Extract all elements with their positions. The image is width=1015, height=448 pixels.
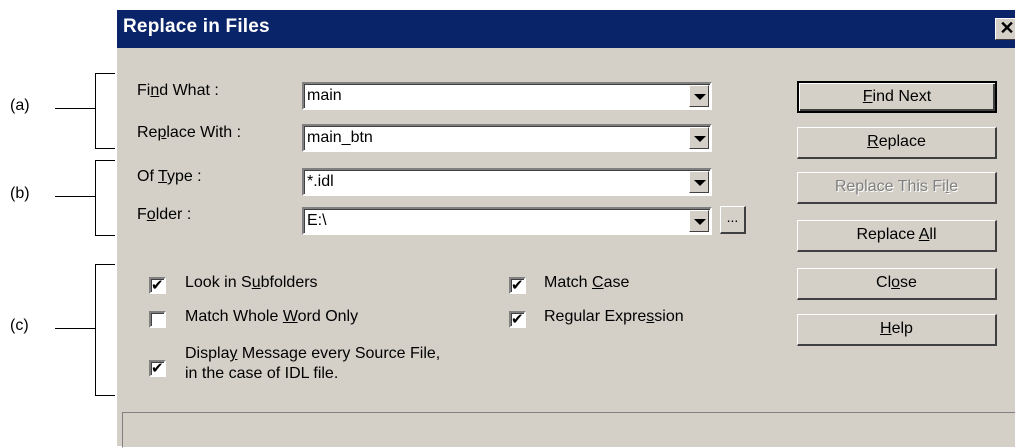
match-whole-word-checkbox[interactable] (149, 311, 166, 328)
replace-with-value: main_btn (307, 129, 373, 146)
annotation-b-line (55, 196, 95, 197)
replace-button[interactable]: Replace (797, 127, 997, 159)
replace-with-combobox[interactable]: main_btn (302, 124, 712, 152)
annotation-c-line (55, 328, 95, 329)
find-next-button[interactable]: Find Next (797, 81, 997, 113)
bracket-b (95, 160, 116, 236)
find-what-value: main (307, 87, 342, 104)
find-what-label: Find What : (137, 82, 219, 99)
look-in-subfolders-label[interactable]: Look in Subfolders (185, 274, 318, 292)
match-case-label[interactable]: Match Case (544, 274, 629, 292)
dropdown-arrow-icon[interactable] (689, 127, 709, 149)
bracket-a (95, 73, 116, 149)
match-whole-word-label[interactable]: Match Whole Word Only (185, 308, 358, 326)
replace-in-files-dialog: Replace in Files ✕ Find What : main Repl… (115, 8, 1015, 448)
look-in-subfolders-checkbox[interactable] (149, 276, 166, 294)
of-type-label: Of Type : (137, 168, 202, 185)
find-what-combobox[interactable]: main (302, 82, 712, 110)
annotation-b: (b) (10, 185, 30, 202)
status-bar (122, 412, 1015, 448)
replace-all-button[interactable]: Replace All (797, 220, 997, 252)
regular-expression-label[interactable]: Regular Expression (544, 308, 684, 326)
annotation-c: (c) (10, 317, 29, 334)
regular-expression-checkbox[interactable] (509, 310, 526, 328)
replace-this-file-button[interactable]: Replace This File (797, 172, 997, 204)
of-type-combobox[interactable]: *.idl (302, 168, 712, 196)
annotation-a-line (55, 108, 95, 109)
of-type-value: *.idl (307, 173, 334, 190)
display-message-label[interactable]: Display Message every Source File, in th… (185, 344, 440, 384)
folder-combobox[interactable]: E:\ (302, 207, 712, 235)
title-bar: Replace in Files ✕ (117, 10, 1015, 48)
replace-with-label: Replace With : (137, 124, 242, 141)
display-message-checkbox[interactable] (149, 359, 166, 377)
dropdown-arrow-icon[interactable] (689, 171, 709, 193)
annotation-a: (a) (10, 97, 30, 114)
close-icon[interactable]: ✕ (995, 18, 1015, 40)
close-button[interactable]: Close (797, 268, 997, 300)
dropdown-arrow-icon[interactable] (689, 210, 709, 232)
browse-folder-button[interactable]: ... (720, 206, 746, 234)
folder-label: Folder : (137, 206, 192, 223)
bracket-c (95, 264, 116, 396)
match-case-checkbox[interactable] (509, 276, 526, 294)
help-button[interactable]: Help (797, 314, 997, 346)
folder-value: E:\ (307, 212, 327, 229)
dropdown-arrow-icon[interactable] (689, 85, 709, 107)
dialog-title: Replace in Files (123, 16, 270, 37)
